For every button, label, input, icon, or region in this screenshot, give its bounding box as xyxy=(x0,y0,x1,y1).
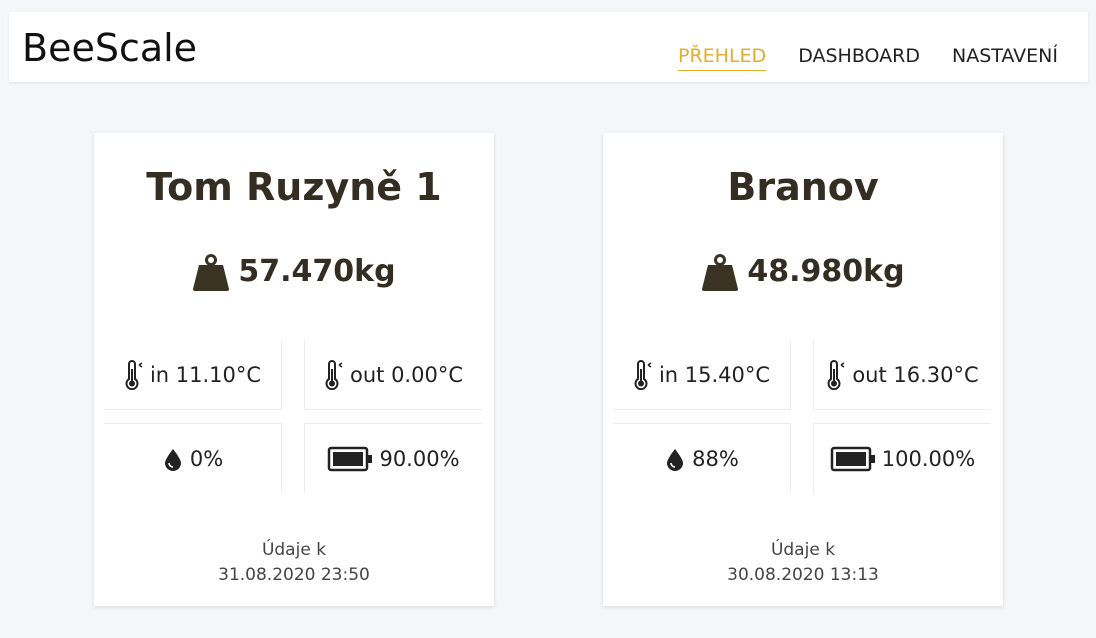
last-update-time: 31.08.2020 23:50 xyxy=(218,565,370,585)
nav-item-nastaveni[interactable]: NASTAVENÍ xyxy=(952,45,1058,71)
humidity-value: 88% xyxy=(692,446,739,471)
scale-card[interactable]: Branov 48.980kg in 15.40°C out 16.30°C 8… xyxy=(603,133,1003,606)
thermometer-icon xyxy=(634,359,652,390)
weight-value: 57.470kg xyxy=(238,253,396,289)
last-update: Údaje k 31.08.2020 23:50 xyxy=(94,538,494,588)
thermometer-icon xyxy=(125,359,143,390)
last-update-label: Údaje k xyxy=(261,540,327,560)
main-nav: PŘEHLED DASHBOARD NASTAVENÍ xyxy=(678,45,1058,71)
thermometer-icon xyxy=(325,359,343,390)
nav-item-dashboard[interactable]: DASHBOARD xyxy=(798,45,920,71)
brand-title[interactable]: BeeScale xyxy=(22,26,197,70)
scale-card[interactable]: Tom Ruzyně 1 57.470kg in 11.10°C out 0.0… xyxy=(94,133,494,606)
battery-icon xyxy=(328,446,373,471)
water-drop-icon xyxy=(164,448,181,471)
battery-value: 90.00% xyxy=(379,446,460,471)
humidity-cell: 88% xyxy=(613,423,791,493)
temp-in-value: in 15.40°C xyxy=(658,362,771,387)
thermometer-icon xyxy=(827,359,845,390)
weight-value: 48.980kg xyxy=(747,253,905,289)
weight-icon xyxy=(193,254,230,291)
temp-out-value: out 16.30°C xyxy=(852,362,979,387)
temp-in-value: in 11.10°C xyxy=(149,362,262,387)
temp-out-value: out 0.00°C xyxy=(350,362,463,387)
nav-item-prehled[interactable]: PŘEHLED xyxy=(678,45,767,71)
card-title: Tom Ruzyně 1 xyxy=(146,165,442,209)
temp-in-cell: in 15.40°C xyxy=(613,340,791,410)
weight-icon xyxy=(702,254,739,291)
last-update-label: Údaje k xyxy=(770,540,836,560)
weight-display: 48.980kg xyxy=(603,251,1003,291)
weight-display: 57.470kg xyxy=(94,251,494,291)
humidity-cell: 0% xyxy=(104,423,282,493)
card-title: Branov xyxy=(727,165,879,209)
humidity-value: 0% xyxy=(189,446,224,471)
temp-out-cell: out 0.00°C xyxy=(304,340,482,410)
last-update: Údaje k 30.08.2020 13:13 xyxy=(603,538,1003,588)
battery-value: 100.00% xyxy=(881,446,976,471)
battery-cell: 90.00% xyxy=(304,423,482,493)
battery-icon xyxy=(830,446,875,471)
top-navbar: BeeScale PŘEHLED DASHBOARD NASTAVENÍ xyxy=(9,12,1088,82)
water-drop-icon xyxy=(667,448,684,471)
temp-in-cell: in 11.10°C xyxy=(104,340,282,410)
battery-cell: 100.00% xyxy=(813,423,991,493)
temp-out-cell: out 16.30°C xyxy=(813,340,991,410)
last-update-time: 30.08.2020 13:13 xyxy=(727,565,879,585)
